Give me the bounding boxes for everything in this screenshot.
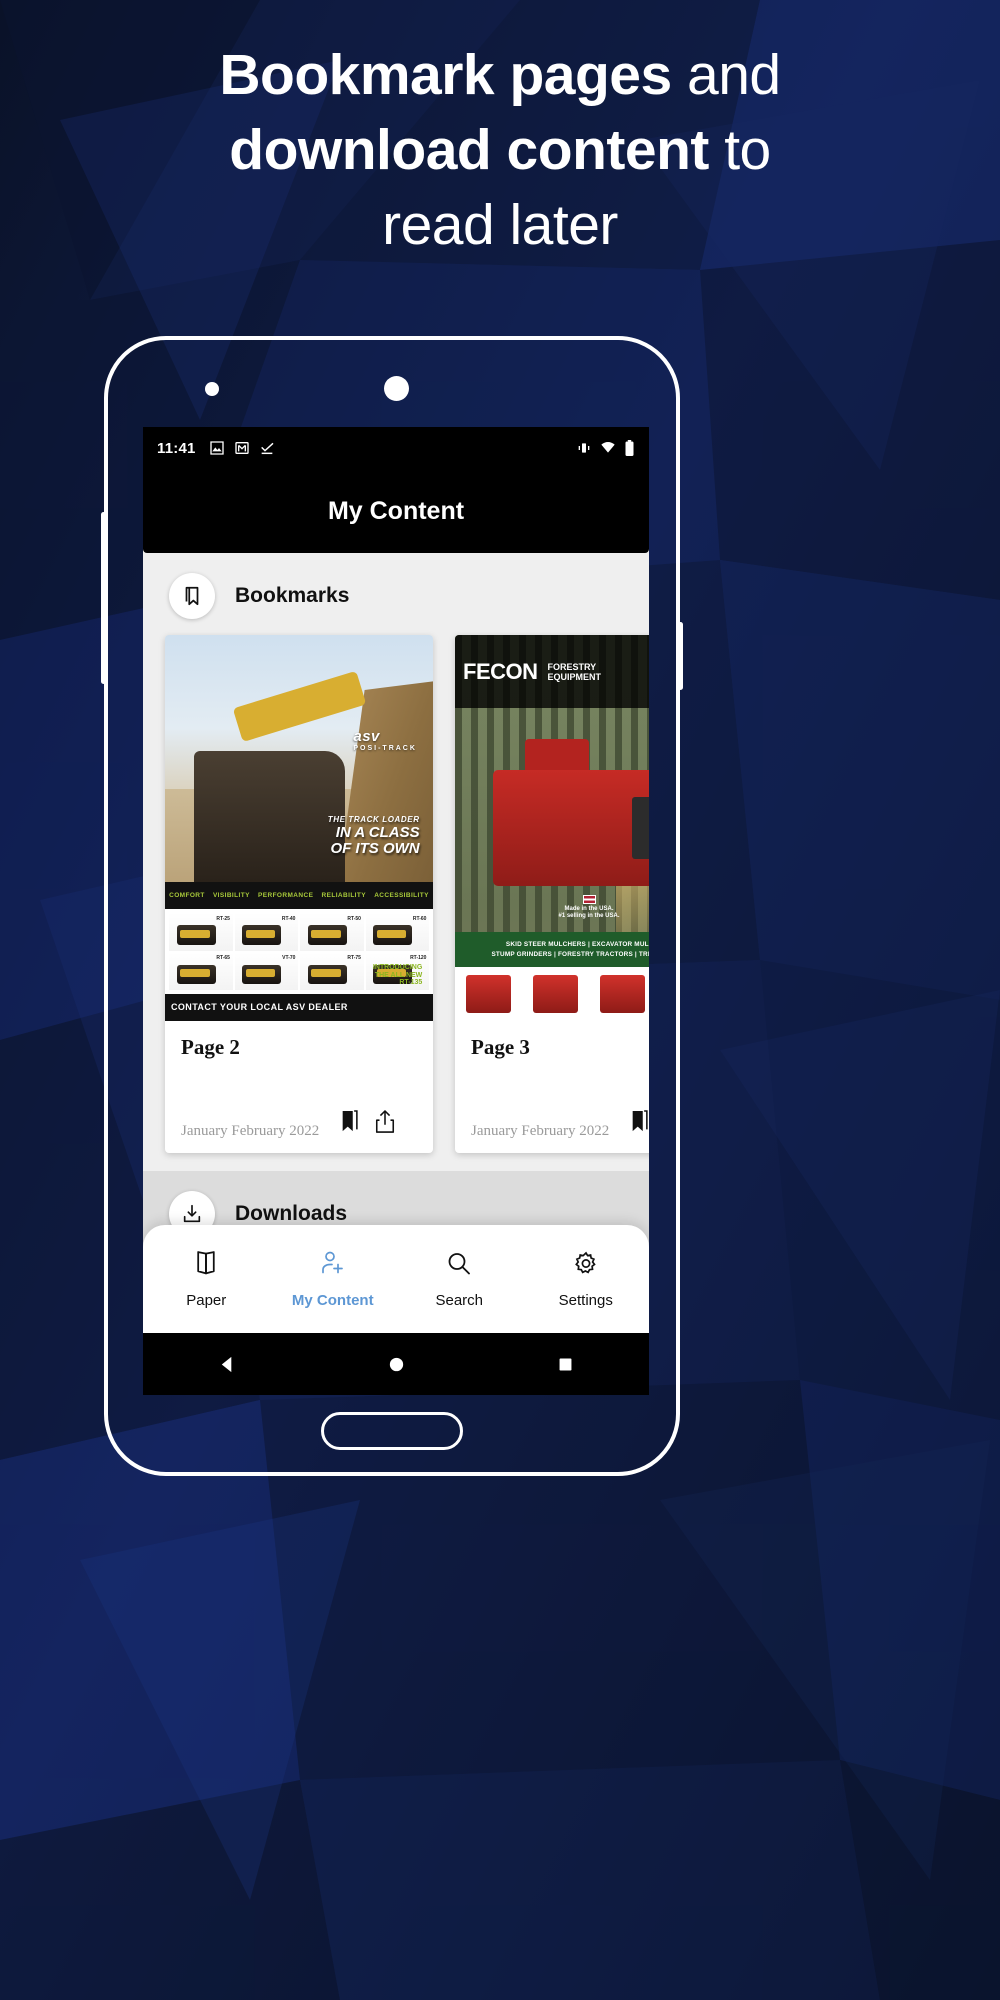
headline-line-2: download content to <box>60 113 940 188</box>
nav-item-my-content[interactable]: My Content <box>270 1250 397 1309</box>
usa-flag-icon <box>582 894 596 904</box>
fecon-made-in-usa: Made in the USA. #1 selling in the USA. <box>455 894 649 921</box>
bookmark-card[interactable]: FECON FORESTRY EQUIPMENT Made in the USA… <box>455 635 649 1153</box>
headline-bold-2: download content <box>229 118 709 183</box>
phone-screen: 11:41 My Content Bookmarks asv POSI-TRAC… <box>143 427 649 1395</box>
gear-icon <box>573 1250 599 1282</box>
asv-logo: asv POSI-TRACK <box>353 727 417 752</box>
asv-tagline: THE TRACK LOADER IN A CLASS OF ITS OWN <box>327 815 420 858</box>
asv-feature-strip: COMFORT VISIBILITY PERFORMANCE RELIABILI… <box>165 882 433 910</box>
phone-front-camera <box>384 376 409 401</box>
app-bar: My Content <box>143 469 649 553</box>
card-date: January February 2022 <box>471 1122 610 1139</box>
battery-icon <box>624 440 635 456</box>
phone-volume-button <box>101 512 106 684</box>
nav-label-settings: Settings <box>558 1291 613 1309</box>
nav-label-paper: Paper <box>186 1291 227 1309</box>
phone-front-camera-small <box>205 382 219 396</box>
bookmarks-section-header: Bookmarks <box>143 553 649 635</box>
downloads-title: Downloads <box>235 1202 348 1225</box>
bookmarks-section: Bookmarks asv POSI-TRACK THE TRACK LOADE… <box>143 553 649 1171</box>
status-bar-time: 11:41 <box>157 439 196 457</box>
headline-bold-1: Bookmark pages <box>219 43 672 107</box>
person-add-icon <box>320 1250 346 1282</box>
phone-home-button <box>321 1412 463 1450</box>
card-thumbnail-fecon[interactable]: FECON FORESTRY EQUIPMENT Made in the USA… <box>455 635 649 1021</box>
bookmarks-card-row: asv POSI-TRACK THE TRACK LOADER IN A CLA… <box>143 635 649 1153</box>
card-title: Page 3 <box>471 1035 530 1059</box>
headline-light-2: to <box>708 118 771 183</box>
asv-new-model-label: INTRODUCING THE ALL NEW RT-135 <box>372 964 423 986</box>
home-circle-icon[interactable] <box>387 1355 406 1374</box>
nav-item-paper[interactable]: Paper <box>143 1250 270 1309</box>
headline-light-3: read later <box>382 193 618 258</box>
vibrate-icon <box>576 440 592 456</box>
system-navigation-bar <box>143 1333 649 1395</box>
phone-mockup: 11:41 My Content Bookmarks asv POSI-TRAC… <box>101 336 683 1476</box>
bookmark-card[interactable]: asv POSI-TRACK THE TRACK LOADER IN A CLA… <box>165 635 433 1153</box>
image-icon <box>209 440 225 456</box>
nav-label-my-content: My Content <box>291 1291 374 1309</box>
headline-light-1: and <box>671 43 781 107</box>
card-title: Page 2 <box>181 1035 240 1059</box>
page-title: Bookmark pages and download content to r… <box>0 38 1000 264</box>
gmail-icon <box>234 440 250 456</box>
status-bar: 11:41 <box>143 427 649 469</box>
app-bar-title: My Content <box>327 496 465 525</box>
bookmark-filled-icon[interactable] <box>339 1110 361 1139</box>
nav-item-settings[interactable]: Settings <box>523 1250 650 1309</box>
wifi-icon <box>600 440 616 456</box>
headline-line-3: read later <box>60 188 940 263</box>
fecon-product-strip: SKID STEER MULCHERS | EXCAVATOR MULCHERS… <box>455 932 649 967</box>
back-triangle-icon[interactable] <box>218 1355 237 1374</box>
card-body: Page 3 January February 2022 <box>455 1021 649 1153</box>
search-icon <box>446 1250 472 1282</box>
bookmark-filled-icon[interactable] <box>629 1110 649 1139</box>
recents-square-icon[interactable] <box>557 1356 574 1373</box>
bookmarks-title: Bookmarks <box>235 584 350 607</box>
asv-footer-cta: CONTACT YOUR LOCAL ASV DEALER <box>165 993 433 1021</box>
phone-power-button <box>678 622 683 690</box>
headline-line-1: Bookmark pages and <box>60 38 940 113</box>
card-thumbnail-asv[interactable]: asv POSI-TRACK THE TRACK LOADER IN A CLA… <box>165 635 433 1021</box>
card-date: January February 2022 <box>181 1122 320 1139</box>
nav-item-search[interactable]: Search <box>396 1250 523 1309</box>
bookmark-outline-icon <box>169 573 215 619</box>
fecon-logo-band: FECON FORESTRY EQUIPMENT <box>455 635 649 709</box>
nav-label-search: Search <box>435 1291 484 1309</box>
share-icon[interactable] <box>374 1110 396 1139</box>
fecon-product-thumbs <box>455 966 649 1021</box>
checkmark-icon <box>259 440 275 456</box>
bottom-navigation: Paper My Content Search Settings <box>143 1225 649 1333</box>
book-icon <box>194 1250 219 1282</box>
card-body: Page 2 January February 2022 <box>165 1021 433 1153</box>
